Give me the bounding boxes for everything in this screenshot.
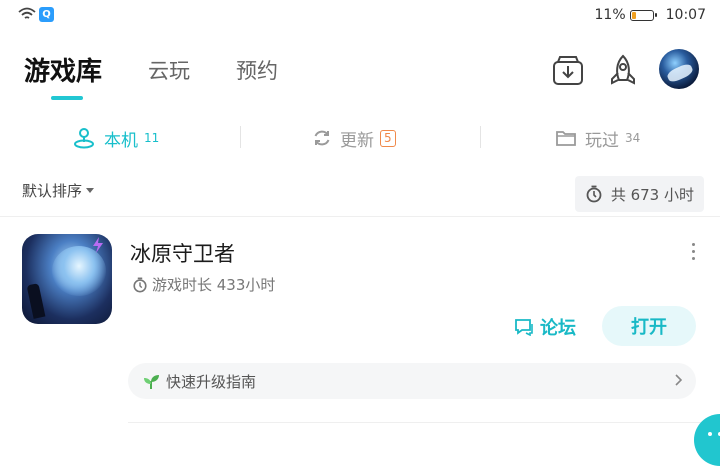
download-icon[interactable] xyxy=(550,53,586,89)
tab-game-library[interactable]: 游戏库 xyxy=(24,51,102,88)
game-title[interactable]: 冰原守卫者 xyxy=(130,238,235,268)
battery-percent: 11% xyxy=(594,7,626,23)
wifi-icon xyxy=(18,7,36,19)
subtab-played-count: 34 xyxy=(625,131,641,145)
timer-icon xyxy=(586,185,602,203)
subtab-updates[interactable]: 更新 5 xyxy=(312,120,396,156)
rocket-icon[interactable] xyxy=(605,53,641,89)
game-playtime-text: 游戏时长 433小时 xyxy=(152,276,276,294)
more-options-icon[interactable] xyxy=(690,243,696,265)
refresh-icon xyxy=(314,130,330,146)
sort-dropdown[interactable]: 默认排序 xyxy=(22,180,95,201)
joystick-icon xyxy=(74,128,94,149)
forum-label: 论坛 xyxy=(540,318,576,339)
subtab-local-label: 本机 xyxy=(104,130,138,151)
sort-bar: 默认排序 共 673 小时 xyxy=(0,176,720,212)
divider xyxy=(0,216,720,217)
divider xyxy=(128,422,720,423)
lightning-icon xyxy=(93,237,103,253)
timer-icon xyxy=(133,277,147,292)
active-tab-indicator xyxy=(51,96,83,100)
chevron-right-icon xyxy=(675,374,682,386)
guide-label: 快速升级指南 xyxy=(166,372,257,391)
clock: 10:07 xyxy=(665,7,706,23)
avatar[interactable] xyxy=(659,49,699,89)
forum-button[interactable]: 论坛 xyxy=(514,311,576,343)
game-playtime: 游戏时长 433小时 xyxy=(132,274,275,295)
status-bar: Q 11% 10:07 xyxy=(0,0,720,30)
caret-down-icon xyxy=(86,188,95,193)
app-notification-icon: Q xyxy=(39,7,54,22)
open-game-button[interactable]: 打开 xyxy=(602,306,696,346)
update-count-badge: 5 xyxy=(380,129,396,147)
top-nav: 游戏库 云玩 预约 xyxy=(0,45,720,105)
open-label: 打开 xyxy=(631,317,667,338)
battery-icon xyxy=(629,9,657,21)
sprout-icon xyxy=(144,375,159,389)
total-playtime-text: 共 673 小时 xyxy=(610,185,694,204)
subtab-played-label: 玩过 xyxy=(585,130,619,151)
subtab-local[interactable]: 本机 11 xyxy=(72,120,159,156)
tab-reservations[interactable]: 预约 xyxy=(236,55,278,85)
subtab-played[interactable]: 玩过 34 xyxy=(555,120,640,156)
subtab-updates-label: 更新 xyxy=(340,130,374,151)
library-subtabs: 本机 11 更新 5 玩过 34 xyxy=(0,120,720,156)
subtab-local-count: 11 xyxy=(144,131,160,145)
sort-label: 默认排序 xyxy=(22,182,83,200)
folder-icon xyxy=(556,131,576,146)
tab-cloud-play[interactable]: 云玩 xyxy=(148,55,190,85)
total-playtime: 共 673 小时 xyxy=(574,176,704,212)
upgrade-guide-link[interactable]: 快速升级指南 xyxy=(128,363,696,399)
chat-icon xyxy=(515,319,533,336)
